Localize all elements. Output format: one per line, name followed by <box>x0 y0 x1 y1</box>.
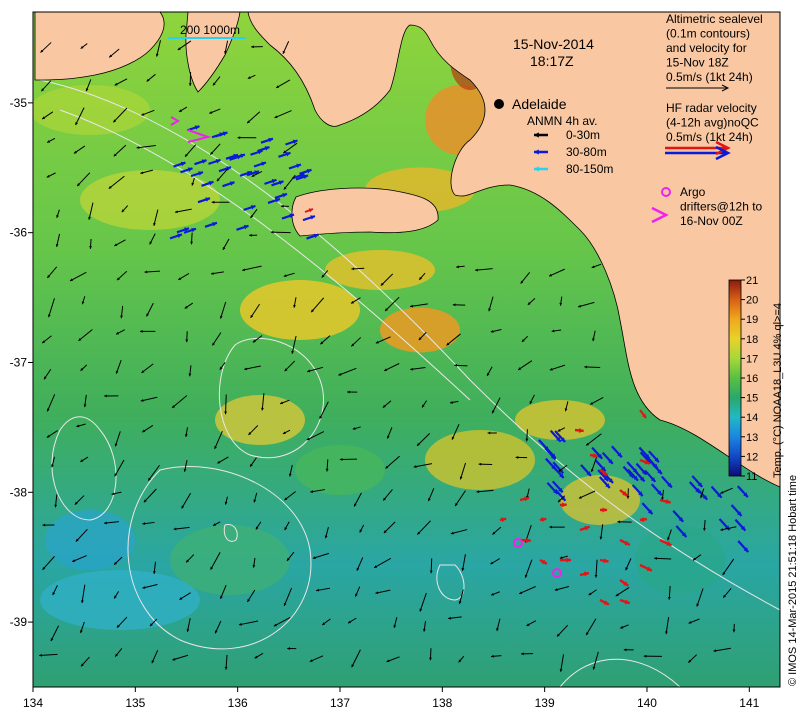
city-dot-icon <box>494 99 504 109</box>
sst-patch <box>515 400 605 440</box>
colorbar-tick-label: 20 <box>746 295 758 307</box>
x-tick-label: 140 <box>637 696 657 710</box>
sst-patch <box>45 510 135 570</box>
sst-patch <box>40 570 200 630</box>
note-line: (0.1m contours) <box>666 27 750 41</box>
credit-text: © IMOS 14-Mar-2015 21:51:18 Hobart time <box>787 475 799 686</box>
sst-patch <box>215 395 305 445</box>
x-axis: 134 135 136 137 138 139 140 141 <box>23 687 760 710</box>
y-tick-label: -35 <box>10 96 28 110</box>
map-date: 15-Nov-2014 <box>513 36 594 52</box>
scale-bar-label: 200 1000m <box>180 23 240 37</box>
note-line: HF radar velocity <box>666 101 757 115</box>
sst-patch <box>635 525 725 595</box>
note-line: 15-Nov 18Z <box>666 56 729 70</box>
note-line: Altimetric sealevel <box>666 12 763 26</box>
scale-bar: 200 1000m <box>168 23 246 38</box>
x-tick-label: 137 <box>330 696 350 710</box>
sst-patch <box>30 85 150 135</box>
note-line: drifters@12h to <box>680 200 763 214</box>
colorbar-tick-label: 21 <box>746 275 758 287</box>
x-tick-label: 136 <box>228 696 248 710</box>
note-line: and velocity for <box>666 41 747 55</box>
sst-patch <box>295 445 385 495</box>
x-tick-label: 141 <box>739 696 759 710</box>
city-label: Adelaide <box>512 96 567 112</box>
sst-patch <box>560 475 640 525</box>
sst-patch <box>240 280 360 340</box>
colorbar-label: Temp. (°C) NOAA18_L3U 4% ql>=4 <box>772 303 784 478</box>
colorbar-tick-label: 19 <box>746 314 758 326</box>
sst-patch <box>325 250 435 290</box>
note-line: (4-12h avg)noQC <box>666 116 759 130</box>
x-tick-label: 139 <box>535 696 555 710</box>
colorbar-tick-label: 15 <box>746 393 758 405</box>
sst-map-figure: 134 135 136 137 138 139 140 141 -35 -36 -37 -38 -39… <box>0 0 800 720</box>
note-line: 0.5m/s (1kt 24h) <box>666 130 753 144</box>
x-tick-label: 135 <box>125 696 145 710</box>
colorbar: 21 20 19 18 17 16 15 14 13 12 11 Temp. (°C) NOAA18… <box>729 275 784 483</box>
anmn-legend-label: 0-30m <box>566 128 600 142</box>
anmn-legend-label: 80-150m <box>566 162 613 176</box>
colorbar-tick-label: 12 <box>746 451 758 463</box>
colorbar-tick-label: 16 <box>746 373 758 385</box>
colorbar-tick-label: 18 <box>746 334 758 346</box>
hf-radar-note: HF radar velocity(4-12h avg)noQC0.5m/s (… <box>666 101 759 144</box>
y-tick-label: -39 <box>10 615 28 629</box>
note-line: 16-Nov 00Z <box>680 214 743 228</box>
colorbar-tick-label: 13 <box>746 432 758 444</box>
map-time: 18:17Z <box>530 53 574 69</box>
anmn-legend-title: ANMN 4h av. <box>527 114 597 128</box>
colorbar-tick-label: 14 <box>746 412 758 424</box>
x-tick-label: 134 <box>23 696 43 710</box>
colorbar-gradient <box>729 280 741 476</box>
colorbar-tick-label: 11 <box>746 471 757 483</box>
note-line: 0.5m/s (1kt 24h) <box>666 70 753 84</box>
y-tick-label: -38 <box>10 485 28 499</box>
y-tick-label: -37 <box>10 355 28 369</box>
y-tick-label: -36 <box>10 226 28 240</box>
y-axis: -35 -36 -37 -38 -39 <box>10 96 33 629</box>
x-tick-label: 138 <box>432 696 452 710</box>
altimetry-arrow <box>226 394 227 414</box>
anmn-legend-label: 30-80m <box>566 145 607 159</box>
sst-patch <box>425 430 535 490</box>
colorbar-tick-label: 17 <box>746 353 758 365</box>
sst-patch <box>80 170 220 230</box>
note-line: Argo <box>680 185 706 199</box>
